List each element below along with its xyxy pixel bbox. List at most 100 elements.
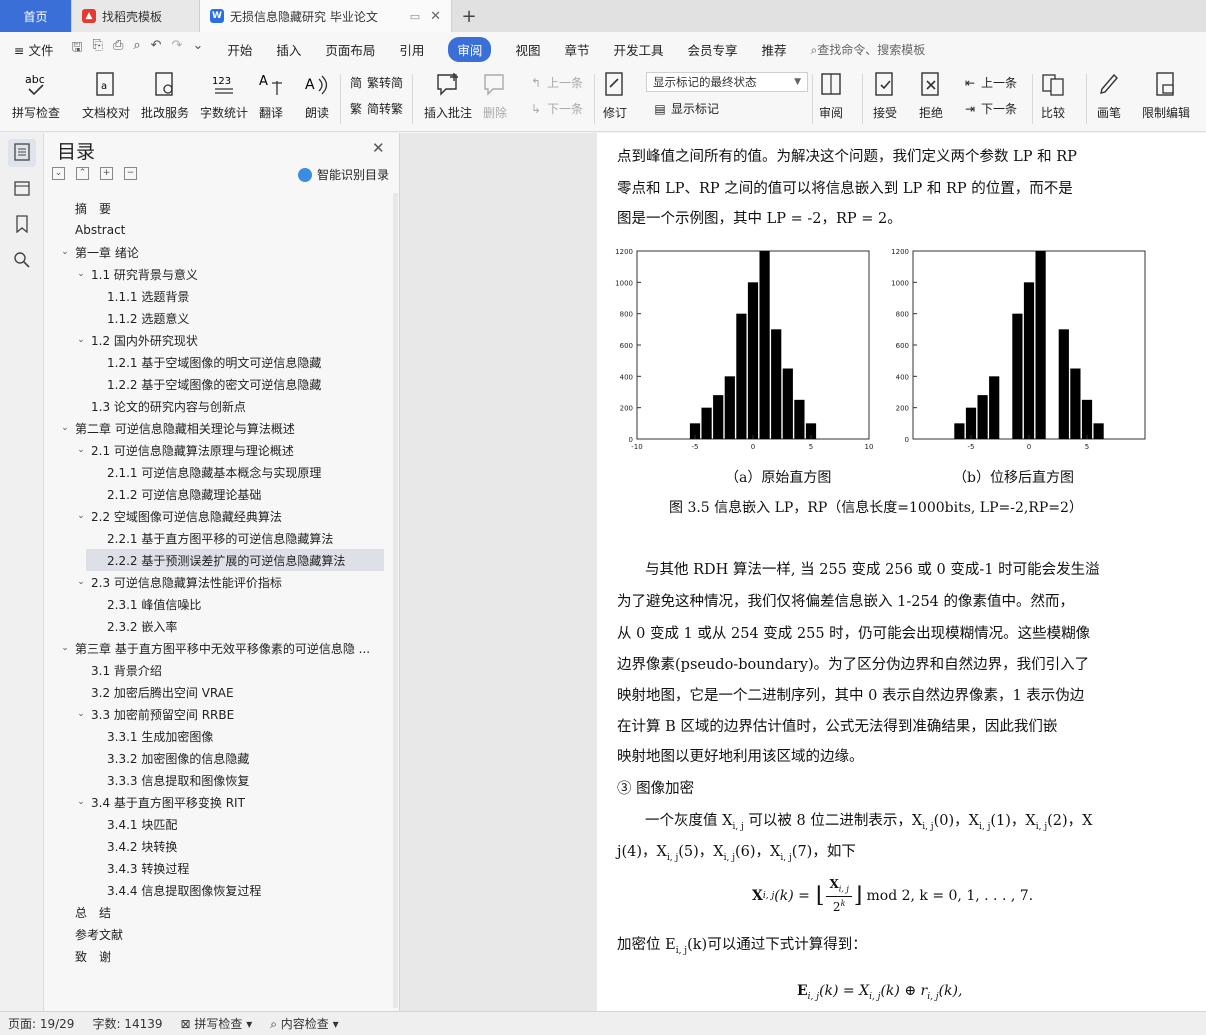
screen-icon[interactable]: ▭ bbox=[410, 10, 420, 23]
save-icon[interactable]: 🖫 bbox=[71, 38, 82, 60]
smart-toc-button[interactable]: 智能识别目录 bbox=[298, 166, 389, 183]
chevron-down-icon[interactable]: ⌄ bbox=[75, 797, 87, 807]
show-markup-button[interactable]: ▤ 显示标记 bbox=[652, 100, 719, 117]
toc-item[interactable]: 3.3.3 信息提取和图像恢复 bbox=[44, 769, 394, 791]
toc-item[interactable]: ⌄ 3.3 加密前预留空间 RRBE bbox=[44, 703, 394, 725]
toc-item[interactable]: 致 谢 bbox=[44, 945, 394, 967]
menu-start[interactable]: 开始 bbox=[227, 40, 252, 59]
menu-references[interactable]: 引用 bbox=[399, 40, 424, 59]
toc-item[interactable]: 3.4.1 块匹配 bbox=[44, 813, 394, 835]
file-menu[interactable]: ≡ 文件 bbox=[14, 40, 53, 59]
find-button[interactable] bbox=[8, 247, 36, 275]
toc-item[interactable]: 参考文献 bbox=[44, 923, 394, 945]
command-search[interactable]: ⌕查找命令、搜索模板 bbox=[811, 41, 926, 58]
chevron-down-icon[interactable]: ⌄ bbox=[75, 335, 87, 345]
toc-item[interactable]: 摘 要 bbox=[44, 197, 394, 219]
translate-button[interactable]: A 翻译 bbox=[258, 70, 284, 121]
toc-item[interactable]: ⌄ 3.4 基于直方图平移变换 RIT bbox=[44, 791, 394, 813]
word-count-indicator[interactable]: 字数: 14139 bbox=[92, 1015, 162, 1032]
chevron-down-icon[interactable]: ⌄ bbox=[59, 423, 71, 433]
compare-button[interactable]: 比较 bbox=[1040, 70, 1066, 121]
remove-heading-icon[interactable]: − bbox=[124, 167, 137, 180]
menu-insert[interactable]: 插入 bbox=[276, 40, 301, 59]
menu-page-layout[interactable]: 页面布局 bbox=[325, 40, 375, 59]
toc-item[interactable]: 3.1 背景介绍 bbox=[44, 659, 394, 681]
chevron-down-icon[interactable]: ⌄ bbox=[75, 511, 87, 521]
tab-document[interactable]: W 无损信息隐藏研究 毕业论文 ▭ ✕ bbox=[200, 0, 452, 32]
more-chevron-icon[interactable]: ⌄ bbox=[192, 38, 203, 60]
next-comment-button[interactable]: ↳ 下一条 bbox=[528, 100, 583, 117]
next-revision-button[interactable]: ⇥ 下一条 bbox=[962, 100, 1017, 117]
revise-button[interactable]: 修订 bbox=[602, 70, 628, 121]
close-icon[interactable]: ✕ bbox=[372, 139, 385, 157]
toc-item[interactable]: 3.4.2 块转换 bbox=[44, 835, 394, 857]
toc-item[interactable]: 2.3.2 嵌入率 bbox=[44, 615, 394, 637]
toc-item[interactable]: 3.3.1 生成加密图像 bbox=[44, 725, 394, 747]
toc-panel-button[interactable] bbox=[8, 139, 36, 167]
toc-scrollbar[interactable] bbox=[393, 193, 398, 1008]
toc-item[interactable]: ⌄ 2.2 空域图像可逆信息隐藏经典算法 bbox=[44, 505, 394, 527]
toc-item[interactable]: ⌄ 第一章 绪论 bbox=[44, 241, 394, 263]
tab-home[interactable]: 首页 bbox=[0, 0, 72, 32]
delete-comment-button[interactable]: 删除 bbox=[482, 70, 508, 121]
toc-item[interactable]: Abstract bbox=[44, 219, 394, 241]
toc-item[interactable]: 2.1.2 可逆信息隐藏理论基础 bbox=[44, 483, 394, 505]
redo-icon[interactable]: ↷ bbox=[172, 38, 183, 60]
prev-comment-button[interactable]: ↰ 上一条 bbox=[528, 74, 583, 91]
menu-member[interactable]: 会员专享 bbox=[687, 40, 737, 59]
read-aloud-button[interactable]: A 朗读 bbox=[304, 70, 330, 121]
menu-developer[interactable]: 开发工具 bbox=[613, 40, 663, 59]
toc-item[interactable]: 3.4.3 转换过程 bbox=[44, 857, 394, 879]
toc-item[interactable]: ⌄ 2.1 可逆信息隐藏算法原理与理论概述 bbox=[44, 439, 394, 461]
chevron-down-icon[interactable]: ⌄ bbox=[75, 269, 87, 279]
toc-item[interactable]: ⌄ 第二章 可逆信息隐藏相关理论与算法概述 bbox=[44, 417, 394, 439]
menu-chapter[interactable]: 章节 bbox=[564, 40, 589, 59]
toc-item[interactable]: 2.2.1 基于直方图平移的可逆信息隐藏算法 bbox=[44, 527, 394, 549]
tab-docer-templates[interactable]: ▲ 找稻壳模板 bbox=[72, 0, 200, 32]
toc-item[interactable]: 3.3.2 加密图像的信息隐藏 bbox=[44, 747, 394, 769]
menu-recommend[interactable]: 推荐 bbox=[762, 40, 787, 59]
doc-proof-button[interactable]: a 文档校对 bbox=[82, 70, 130, 121]
chevron-down-icon[interactable]: ⌄ bbox=[75, 577, 87, 587]
annotate-service-button[interactable]: 批改服务 bbox=[141, 70, 189, 121]
menu-review[interactable]: 审阅 bbox=[448, 36, 492, 62]
toc-item[interactable]: 1.2.1 基于空域图像的明文可逆信息隐藏 bbox=[44, 351, 394, 373]
toc-item[interactable]: 1.1.2 选题意义 bbox=[44, 307, 394, 329]
word-count-button[interactable]: 123 字数统计 bbox=[200, 70, 248, 121]
page-indicator[interactable]: 页面: 19/29 bbox=[8, 1015, 74, 1032]
restrict-edit-button[interactable]: 限制编辑 bbox=[1142, 70, 1190, 121]
collapse-all-icon[interactable]: ⌃ bbox=[76, 167, 89, 180]
new-tab-button[interactable]: + bbox=[452, 0, 486, 32]
chevron-down-icon[interactable]: ⌄ bbox=[75, 445, 87, 455]
export-pdf-icon[interactable]: ⎘ bbox=[93, 38, 103, 60]
menu-view[interactable]: 视图 bbox=[515, 40, 540, 59]
markup-state-select[interactable]: 显示标记的最终状态 ▼ bbox=[646, 72, 808, 92]
toc-item[interactable]: 2.2.2 基于预测误差扩展的可逆信息隐藏算法 bbox=[86, 549, 384, 571]
insert-comment-button[interactable]: 插入批注 bbox=[424, 70, 472, 121]
chapter-nav-button[interactable] bbox=[8, 175, 36, 203]
spell-check-status[interactable]: ⊠ 拼写检查 ▾ bbox=[181, 1015, 253, 1032]
print-preview-icon[interactable]: ⌕ bbox=[133, 38, 140, 60]
toc-item[interactable]: 1.1.1 选题背景 bbox=[44, 285, 394, 307]
pen-button[interactable]: 画笔 bbox=[1096, 70, 1122, 121]
chevron-down-icon[interactable]: ⌄ bbox=[75, 709, 87, 719]
toc-item[interactable]: ⌄ 第三章 基于直方图平移中无效平移像素的可逆信息隐 ... bbox=[44, 637, 394, 659]
prev-revision-button[interactable]: ⇤ 上一条 bbox=[962, 74, 1017, 91]
toc-item[interactable]: 3.4.4 信息提取图像恢复过程 bbox=[44, 879, 394, 901]
toc-item[interactable]: ⌄ 1.1 研究背景与意义 bbox=[44, 263, 394, 285]
spell-check-button[interactable]: abc 拼写检查 bbox=[12, 70, 60, 121]
review-pane-button[interactable]: 审阅 bbox=[818, 70, 844, 121]
undo-icon[interactable]: ↶ bbox=[151, 38, 162, 60]
print-icon[interactable]: ⎙ bbox=[113, 38, 123, 60]
toc-item[interactable]: 2.3.1 峰值信噪比 bbox=[44, 593, 394, 615]
trad-to-simp-button[interactable]: 简繁转简 bbox=[348, 74, 403, 91]
toc-item[interactable]: 3.2 加密后腾出空间 VRAE bbox=[44, 681, 394, 703]
expand-all-icon[interactable]: ⌄ bbox=[52, 167, 65, 180]
toc-item[interactable]: 2.1.1 可逆信息隐藏基本概念与实现原理 bbox=[44, 461, 394, 483]
toc-item[interactable]: ⌄ 1.2 国内外研究现状 bbox=[44, 329, 394, 351]
simp-to-trad-button[interactable]: 繁简转繁 bbox=[348, 100, 403, 117]
toc-item[interactable]: 1.3 论文的研究内容与创新点 bbox=[44, 395, 394, 417]
toc-item[interactable]: ⌄ 2.3 可逆信息隐藏算法性能评价指标 bbox=[44, 571, 394, 593]
toc-item[interactable]: 1.2.2 基于空域图像的密文可逆信息隐藏 bbox=[44, 373, 394, 395]
toc-item[interactable]: 总 结 bbox=[44, 901, 394, 923]
